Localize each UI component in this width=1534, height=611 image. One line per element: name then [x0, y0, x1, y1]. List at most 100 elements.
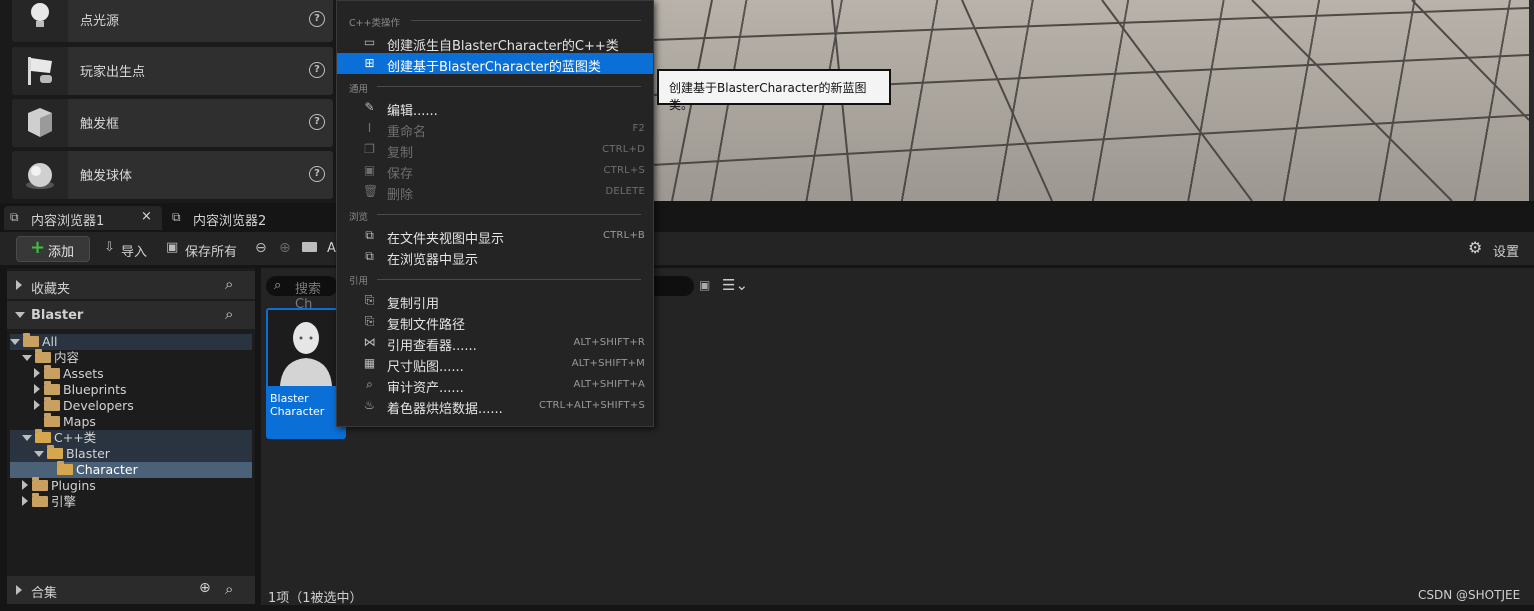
help-icon[interactable]: ?	[309, 62, 325, 78]
actor-label: 玩家出生点	[80, 65, 146, 80]
menu-item-copy-reference[interactable]: ⎘ 复制引用	[337, 290, 653, 313]
filter-icon[interactable]: ☰⌄	[722, 276, 748, 294]
tree-item-maps[interactable]: Maps	[44, 413, 96, 430]
gear-icon[interactable]: ⚙	[1468, 238, 1482, 257]
import-icon: ⇩	[104, 240, 115, 255]
folder-icon[interactable]	[302, 242, 317, 252]
tree-item-blaster[interactable]: Blaster	[10, 445, 252, 462]
menu-item-save[interactable]: ▣ 保存 CTRL+S	[337, 160, 653, 183]
place-actors-panel: 点光源 ? 玩家出生点 ? 触发框 ? 触发球体 ?	[0, 0, 338, 203]
tree-item-developers[interactable]: Developers	[34, 397, 134, 414]
actor-item-player-start[interactable]: 玩家出生点 ?	[12, 47, 333, 95]
tab-content-browser-2[interactable]: ⧉ 内容浏览器2	[166, 206, 336, 230]
menu-item-create-blueprint[interactable]: ⊞ 创建基于BlasterCharacter的蓝图类	[337, 53, 653, 75]
menu-item-audit-assets[interactable]: ⌕ 审计资产...... ALT+SHIFT+A	[337, 374, 653, 397]
menu-item-duplicate[interactable]: ❐ 复制 CTRL+D	[337, 139, 653, 162]
save-icon: ▣	[166, 240, 179, 255]
menu-item-size-map[interactable]: ▦ 尺寸贴图...... ALT+SHIFT+M	[337, 353, 653, 376]
menu-item-edit[interactable]: ✎ 编辑......	[337, 97, 653, 120]
section-cpp: C++类操作	[349, 18, 401, 29]
player-start-icon	[12, 47, 68, 95]
section-common: 通用	[349, 84, 369, 95]
actor-item-point-light[interactable]: 点光源 ?	[12, 0, 333, 42]
save-search-icon[interactable]: ▣	[699, 278, 710, 292]
collections-header[interactable]: 合集 ⊕ ⌕	[7, 576, 255, 604]
tree-item-assets[interactable]: Assets	[34, 365, 104, 382]
search-icon[interactable]: ⌕	[225, 275, 233, 293]
tree-item-engine[interactable]: 引擎	[22, 493, 76, 510]
search-icon[interactable]: ⌕	[225, 580, 233, 598]
expand-icon	[16, 585, 22, 595]
sources-panel: 收藏夹 ⌕ Blaster ⌕ All 内容 Assets Blueprints…	[7, 268, 255, 604]
expand-icon	[16, 280, 22, 290]
rename-icon: Ⅰ	[367, 121, 372, 135]
menu-item-show-in-browser[interactable]: ⧉ 在浏览器中显示	[337, 246, 653, 269]
copy-reference-icon: ⎘	[364, 293, 375, 307]
search-icon: ⌕	[274, 278, 282, 293]
menu-item-rename[interactable]: Ⅰ 重命名 F2	[337, 118, 653, 141]
search-input-end[interactable]	[652, 276, 694, 296]
blueprint-icon: ⊞	[364, 56, 375, 70]
actor-label: 触发框	[80, 117, 120, 132]
project-header[interactable]: Blaster ⌕	[7, 301, 255, 329]
actor-label: 点光源	[80, 14, 120, 29]
tree-item-all[interactable]: All	[10, 333, 252, 350]
divider	[411, 20, 641, 21]
menu-item-create-derived-cpp[interactable]: ▭ 创建派生自BlasterCharacter的C++类	[337, 32, 653, 55]
divider	[377, 86, 641, 87]
menu-item-shader-cook[interactable]: ♨ 着色器烘焙数据...... CTRL+ALT+SHIFT+S	[337, 395, 653, 418]
shader-cook-icon: ♨	[364, 398, 375, 412]
tree-item-plugins[interactable]: Plugins	[22, 477, 96, 494]
tree-item-content[interactable]: 内容	[22, 349, 79, 366]
help-icon[interactable]: ?	[309, 166, 325, 182]
browser-icon: ⧉	[365, 249, 374, 263]
collections-label: 合集	[31, 586, 58, 601]
divider	[377, 279, 641, 280]
character-thumbnail	[268, 310, 344, 386]
menu-item-copy-file-path[interactable]: ⎘ 复制文件路径	[337, 311, 653, 334]
help-icon[interactable]: ?	[309, 11, 325, 27]
tab-content-browser-1[interactable]: ⧉ 内容浏览器1 ×	[4, 206, 162, 230]
tab-label: 内容浏览器1	[31, 214, 105, 229]
tree-item-cpp-classes[interactable]: C++类	[10, 429, 252, 446]
back-icon[interactable]: ⊖	[255, 240, 267, 256]
favorites-label: 收藏夹	[31, 282, 71, 297]
section-references: 引用	[349, 276, 369, 287]
search-placeholder: 搜索 Ch	[295, 282, 322, 312]
add-label: 添加	[48, 245, 75, 260]
tree-item-character[interactable]: Character	[10, 461, 252, 478]
content-browser-icon: ⧉	[10, 210, 19, 224]
add-button[interactable]: + 添加	[16, 236, 90, 262]
divider	[377, 214, 641, 215]
settings-button[interactable]: 设置	[1493, 241, 1519, 260]
actor-item-trigger-sphere[interactable]: 触发球体 ?	[12, 151, 333, 199]
menu-item-reference-viewer[interactable]: ⋈ 引用查看器...... ALT+SHIFT+R	[337, 332, 653, 355]
add-collection-icon[interactable]: ⊕	[199, 580, 211, 596]
menu-item-show-in-folder[interactable]: ⧉ 在文件夹视图中显示 CTRL+B	[337, 225, 653, 248]
pencil-icon: ✎	[364, 100, 375, 114]
size-map-icon: ▦	[363, 356, 376, 370]
close-icon[interactable]: ×	[141, 209, 152, 224]
point-light-icon	[12, 0, 68, 42]
section-browse: 浏览	[349, 212, 369, 223]
save-all-button[interactable]: 保存所有	[185, 241, 237, 260]
search-icon[interactable]: ⌕	[225, 305, 233, 323]
actor-item-trigger-box[interactable]: 触发框 ?	[12, 99, 333, 147]
copy-path-icon: ⎘	[364, 314, 375, 328]
tooltip: 创建基于BlasterCharacter的新蓝图类。	[657, 69, 891, 112]
path-breadcrumb[interactable]: A	[327, 241, 336, 256]
menu-item-delete[interactable]: 🗑 删除 DELETE	[337, 181, 653, 204]
folder-search-icon: ⧉	[365, 228, 374, 242]
trigger-box-icon	[12, 99, 68, 147]
search-input[interactable]: ⌕ 搜索 Ch	[266, 276, 338, 312]
help-icon[interactable]: ?	[309, 114, 325, 130]
tree-item-blueprints[interactable]: Blueprints	[34, 381, 127, 398]
forward-icon[interactable]: ⊕	[279, 240, 291, 256]
project-label: Blaster	[31, 308, 84, 323]
import-button[interactable]: 导入	[121, 241, 147, 260]
asset-label: Blaster Character	[270, 392, 325, 418]
favorites-header[interactable]: 收藏夹 ⌕	[7, 271, 255, 299]
audit-icon: ⌕	[366, 377, 373, 391]
asset-tile-blaster-character[interactable]: Blaster Character	[266, 308, 346, 439]
context-menu: C++类操作 ▭ 创建派生自BlasterCharacter的C++类 ⊞ 创建…	[336, 0, 654, 427]
